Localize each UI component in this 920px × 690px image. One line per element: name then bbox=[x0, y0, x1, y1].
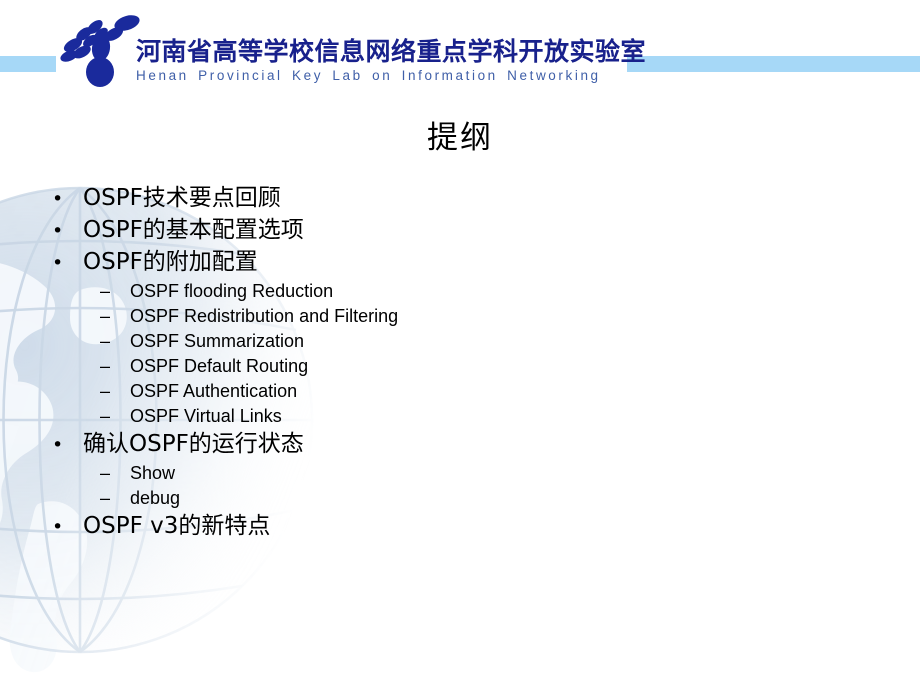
header-accent-bar-right bbox=[627, 56, 920, 72]
outline-item-level1: • OSPF技术要点回顾 bbox=[0, 183, 920, 215]
presentation-slide: 河南省高等学校信息网络重点学科开放实验室 Henan Provincial Ke… bbox=[0, 0, 920, 690]
bullet-marker-icon: • bbox=[52, 434, 64, 456]
lab-name-chinese: 河南省高等学校信息网络重点学科开放实验室 bbox=[136, 37, 647, 66]
outline-item-label: OSPF Authentication bbox=[130, 381, 298, 401]
outline-item-level2: – OSPF Redistribution and Filtering bbox=[0, 304, 920, 329]
outline-item-label: OSPF的附加配置 bbox=[83, 249, 258, 275]
dash-marker-icon: – bbox=[100, 281, 111, 301]
outline-item-level1: • OSPF的基本配置选项 bbox=[0, 215, 920, 247]
outline-item-label: OSPF Summarization bbox=[130, 331, 305, 351]
outline-item-level2: – OSPF flooding Reduction bbox=[0, 279, 920, 304]
outline-list: • OSPF技术要点回顾 • OSPF的基本配置选项 • OSPF的附加配置 – OSPF f… bbox=[0, 183, 920, 543]
outline-item-label: OSPF Redistribution and Filtering bbox=[130, 306, 399, 326]
outline-item-level1: • OSPF的附加配置 bbox=[0, 247, 920, 279]
bullet-marker-icon: • bbox=[52, 516, 64, 538]
outline-item-level1: • OSPF v3的新特点 bbox=[0, 511, 920, 543]
bullet-marker-icon: • bbox=[52, 220, 64, 242]
outline-item-label: Show bbox=[130, 463, 176, 483]
outline-item-label: OSPF技术要点回顾 bbox=[83, 185, 281, 211]
outline-item-level2: – OSPF Summarization bbox=[0, 329, 920, 354]
slide-header: 河南省高等学校信息网络重点学科开放实验室 Henan Provincial Ke… bbox=[0, 0, 920, 96]
outline-item-level2: – OSPF Default Routing bbox=[0, 354, 920, 379]
outline-item-level2: – debug bbox=[0, 486, 920, 511]
dash-marker-icon: – bbox=[100, 331, 111, 351]
outline-item-label: OSPF Default Routing bbox=[130, 356, 309, 376]
lab-name-english: Henan Provincial Key Lab on Information … bbox=[136, 68, 601, 83]
header-accent-bar-left bbox=[0, 56, 56, 72]
outline-item-level2: – OSPF Virtual Links bbox=[0, 404, 920, 429]
outline-item-level2: – Show bbox=[0, 461, 920, 486]
dash-marker-icon: – bbox=[100, 488, 111, 508]
outline-item-label: OSPF Virtual Links bbox=[130, 406, 282, 426]
slide-title: 提纲 bbox=[427, 120, 493, 156]
bullet-marker-icon: • bbox=[52, 252, 64, 274]
dash-marker-icon: – bbox=[100, 381, 111, 401]
outline-item-label: 确认OSPF的运行状态 bbox=[83, 431, 304, 457]
dash-marker-icon: – bbox=[100, 463, 111, 483]
outline-item-label: debug bbox=[130, 488, 181, 508]
outline-item-level2: – OSPF Authentication bbox=[0, 379, 920, 404]
dash-marker-icon: – bbox=[100, 356, 111, 376]
network-cluster-logo-icon bbox=[57, 12, 145, 88]
bullet-marker-icon: • bbox=[52, 188, 64, 210]
outline-item-label: OSPF的基本配置选项 bbox=[83, 217, 304, 243]
outline-item-level1: • 确认OSPF的运行状态 bbox=[0, 429, 920, 461]
outline-item-label: OSPF v3的新特点 bbox=[83, 513, 271, 539]
outline-item-label: OSPF flooding Reduction bbox=[130, 281, 334, 301]
dash-marker-icon: – bbox=[100, 306, 111, 326]
dash-marker-icon: – bbox=[100, 406, 111, 426]
lab-identity-text: 河南省高等学校信息网络重点学科开放实验室 Henan Provincial Ke… bbox=[136, 37, 647, 83]
